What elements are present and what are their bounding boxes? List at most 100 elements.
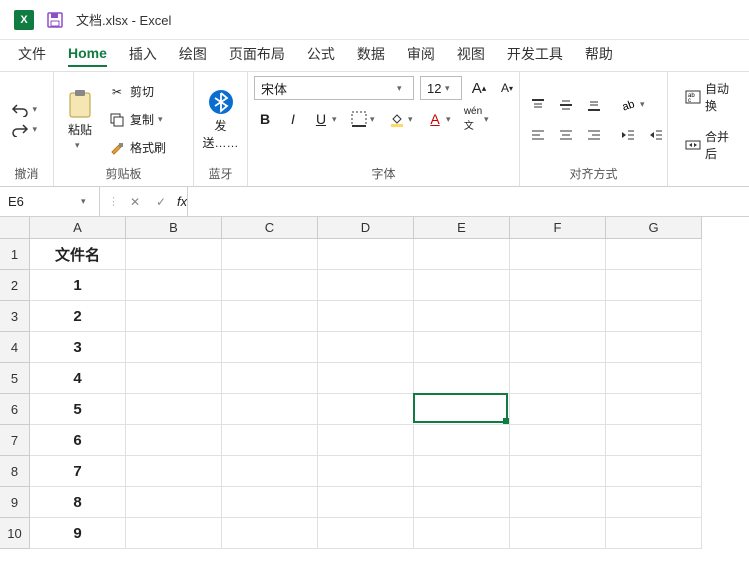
cell[interactable] (318, 332, 414, 363)
cell[interactable] (414, 456, 510, 487)
cell[interactable]: 4 (30, 363, 126, 394)
cell[interactable] (414, 363, 510, 394)
cell[interactable] (222, 518, 318, 549)
cell[interactable]: 8 (30, 487, 126, 518)
column-header[interactable]: E (414, 217, 510, 239)
tab-dev[interactable]: 开发工具 (507, 44, 563, 68)
cell[interactable] (414, 332, 510, 363)
cell[interactable] (222, 394, 318, 425)
cell[interactable] (222, 425, 318, 456)
wrap-text-button[interactable]: abc自动换 (680, 78, 743, 116)
row-header[interactable]: 8 (0, 456, 30, 487)
cell[interactable] (606, 363, 702, 394)
bluetooth-send-button[interactable]: 发送…… (200, 76, 241, 163)
column-header[interactable]: D (318, 217, 414, 239)
align-center-button[interactable] (554, 124, 578, 146)
cell[interactable] (606, 301, 702, 332)
cell[interactable] (318, 301, 414, 332)
cell[interactable] (126, 425, 222, 456)
cell[interactable] (318, 363, 414, 394)
cell[interactable] (510, 363, 606, 394)
cancel-formula-button[interactable]: ✕ (125, 192, 145, 212)
column-header[interactable]: A (30, 217, 126, 239)
tab-data[interactable]: 数据 (357, 44, 385, 68)
merge-center-button[interactable]: 合并后 (680, 126, 743, 164)
cell[interactable] (126, 518, 222, 549)
bold-button[interactable]: B (254, 108, 276, 130)
formula-input[interactable] (187, 187, 749, 216)
align-middle-button[interactable] (554, 94, 578, 116)
chevron-down-icon[interactable]: ▾ (446, 114, 456, 125)
cell[interactable]: 3 (30, 332, 126, 363)
cell[interactable] (318, 456, 414, 487)
cell[interactable] (606, 332, 702, 363)
tab-layout[interactable]: 页面布局 (229, 44, 285, 68)
row-header[interactable]: 6 (0, 394, 30, 425)
cell[interactable] (510, 270, 606, 301)
font-color-button[interactable]: A (424, 108, 446, 130)
cell[interactable] (126, 239, 222, 270)
cell[interactable] (510, 332, 606, 363)
cell[interactable] (414, 239, 510, 270)
decrease-indent-button[interactable] (616, 124, 640, 146)
tab-formulas[interactable]: 公式 (307, 44, 335, 68)
tab-view[interactable]: 视图 (457, 44, 485, 68)
cell[interactable] (414, 425, 510, 456)
cell[interactable] (510, 518, 606, 549)
italic-button[interactable]: I (282, 108, 304, 130)
cell[interactable] (222, 456, 318, 487)
underline-button[interactable]: U (310, 108, 332, 130)
orientation-button[interactable]: ab (616, 94, 640, 116)
border-button[interactable] (348, 108, 370, 130)
cell[interactable] (414, 487, 510, 518)
cell[interactable] (414, 270, 510, 301)
cell[interactable]: 6 (30, 425, 126, 456)
column-header[interactable]: F (510, 217, 606, 239)
cell[interactable] (510, 487, 606, 518)
cell[interactable] (414, 301, 510, 332)
cell[interactable] (222, 301, 318, 332)
cell[interactable] (318, 394, 414, 425)
cell[interactable] (414, 394, 510, 425)
cell[interactable] (126, 394, 222, 425)
cell[interactable] (510, 301, 606, 332)
cell[interactable] (126, 456, 222, 487)
paste-button[interactable]: 粘贴 ▾ (60, 89, 100, 151)
fill-color-button[interactable] (386, 108, 408, 130)
cell[interactable] (510, 456, 606, 487)
copy-button[interactable]: 复制▾ (104, 109, 172, 131)
cell[interactable] (222, 487, 318, 518)
cell[interactable] (606, 394, 702, 425)
redo-button[interactable]: ▾ (7, 121, 47, 139)
increase-font-button[interactable]: A▴ (468, 77, 490, 99)
enter-formula-button[interactable]: ✓ (151, 192, 171, 212)
row-header[interactable]: 9 (0, 487, 30, 518)
font-size-combo[interactable]: 12▾ (420, 76, 462, 100)
tab-file[interactable]: 文件 (18, 44, 46, 68)
undo-button[interactable]: ▾ (7, 101, 47, 119)
cell[interactable] (318, 239, 414, 270)
align-bottom-button[interactable] (582, 94, 606, 116)
cell[interactable] (510, 239, 606, 270)
cell[interactable] (606, 425, 702, 456)
row-header[interactable]: 3 (0, 301, 30, 332)
cell[interactable] (510, 394, 606, 425)
cell[interactable]: 9 (30, 518, 126, 549)
cell[interactable] (318, 518, 414, 549)
column-header[interactable]: B (126, 217, 222, 239)
name-box[interactable]: E6▾ (0, 187, 100, 216)
format-painter-button[interactable]: 格式刷 (104, 137, 170, 159)
cell[interactable] (126, 363, 222, 394)
cell[interactable] (126, 487, 222, 518)
cell[interactable] (606, 487, 702, 518)
column-header[interactable]: G (606, 217, 702, 239)
cell[interactable] (606, 270, 702, 301)
row-header[interactable]: 7 (0, 425, 30, 456)
cell[interactable]: 1 (30, 270, 126, 301)
phonetic-button[interactable]: wén文 (462, 108, 484, 130)
column-header[interactable]: C (222, 217, 318, 239)
cell[interactable] (222, 363, 318, 394)
cell[interactable]: 文件名 (30, 239, 126, 270)
align-left-button[interactable] (526, 124, 550, 146)
cell[interactable]: 7 (30, 456, 126, 487)
